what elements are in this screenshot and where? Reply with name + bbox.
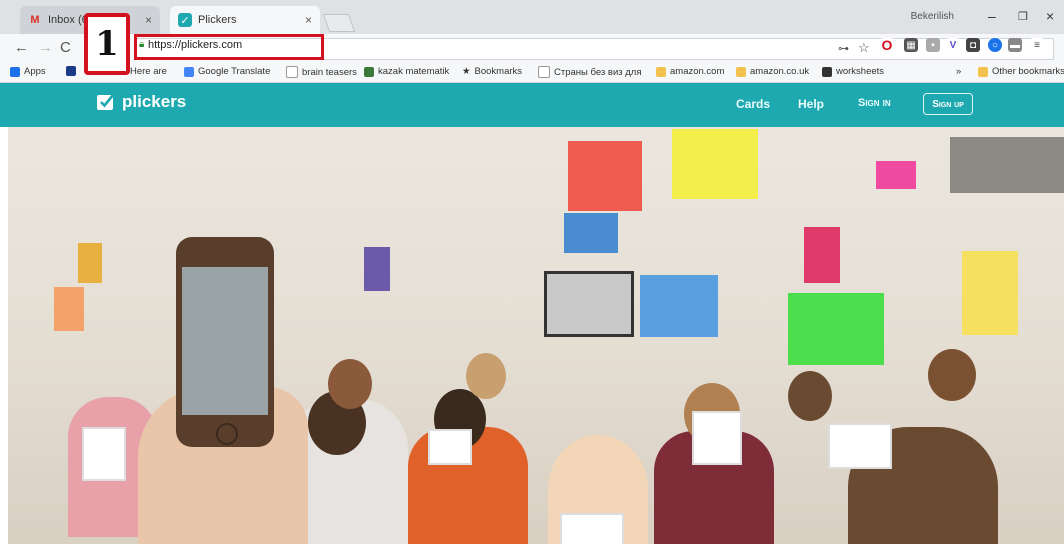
wall-poster	[804, 227, 840, 283]
bookmark-amazon-com[interactable]: amazon.com	[656, 66, 724, 77]
bookmark-google-translate[interactable]: Google Translate	[184, 66, 270, 77]
gmail-icon: M	[30, 14, 40, 26]
apps-grid-icon	[10, 66, 20, 77]
plicker-card	[828, 423, 892, 469]
bookmark-amazon-co-uk[interactable]: amazon.co.uk	[736, 66, 809, 77]
tab-label: Plickers	[198, 14, 237, 26]
plickers-favicon: ✓	[178, 13, 192, 27]
bookmark-worksheets[interactable]: worksheets	[822, 66, 884, 77]
close-window-icon[interactable]: ×	[1046, 8, 1054, 24]
wall-photo	[950, 137, 1064, 193]
vimeo-icon[interactable]: V	[946, 38, 960, 52]
url-highlight-box	[134, 34, 324, 60]
bookmarks-bar: Apps Here are Google Translate brain tea…	[0, 64, 1064, 83]
wall-poster	[788, 293, 884, 365]
wall-poster	[962, 251, 1018, 335]
star-icon[interactable]: ☆	[858, 40, 870, 56]
student-head	[788, 371, 832, 421]
menu-icon[interactable]: ≡	[1030, 38, 1044, 52]
page-icon	[538, 66, 550, 78]
close-icon[interactable]: ×	[305, 13, 312, 27]
step-number-marker: 1	[84, 13, 130, 75]
forward-arrow-icon[interactable]: →	[38, 39, 53, 56]
wall-poster	[640, 275, 718, 337]
restore-icon[interactable]: ❐	[1018, 10, 1028, 23]
student-head	[466, 353, 506, 399]
key-icon[interactable]: ⊶	[838, 42, 849, 55]
wall-poster	[564, 213, 618, 253]
folder-icon	[736, 66, 746, 77]
bookmark-bookmarks[interactable]: ★ Bookmarks	[462, 66, 522, 77]
nav-sign-in[interactable]: Sign in	[858, 97, 891, 109]
page-icon	[286, 66, 298, 78]
plicker-card	[428, 429, 472, 465]
brand-name: plickers	[122, 92, 187, 111]
bookmark-kazak-matematik[interactable]: kazak matematik	[364, 66, 449, 77]
bookmark-other[interactable]: Other bookmarks	[978, 66, 1064, 77]
nav-help[interactable]: Help	[798, 97, 824, 111]
bookmark-brain-teasers[interactable]: brain teasers	[286, 66, 357, 78]
plickers-logo-icon	[97, 94, 115, 110]
plickers-logo[interactable]: plickers	[96, 92, 186, 112]
close-icon[interactable]: ×	[145, 13, 152, 27]
plicker-card	[692, 411, 742, 465]
wall-chart	[544, 271, 634, 337]
wall-poster	[876, 161, 916, 189]
new-tab-button[interactable]	[322, 14, 356, 32]
page-icon	[822, 66, 832, 77]
phone-screen	[182, 267, 268, 415]
extension-icon[interactable]: ▪	[926, 38, 940, 52]
hero-classroom-photo	[8, 127, 1064, 544]
sign-up-button[interactable]: Sign up	[923, 93, 973, 115]
bookmarks-overflow[interactable]: »	[956, 66, 961, 77]
opera-icon[interactable]: O	[880, 37, 894, 53]
bookmark-here-are[interactable]: Here are	[130, 66, 167, 77]
wall-poster	[78, 243, 102, 283]
wall-poster	[568, 141, 642, 211]
student-head	[328, 359, 372, 409]
bookmark-icon	[66, 66, 76, 76]
bookmark-apps[interactable]: Apps	[10, 66, 46, 77]
reload-icon[interactable]: C	[60, 39, 71, 56]
page-icon	[364, 66, 374, 77]
folder-icon	[656, 66, 666, 77]
folder-icon	[978, 66, 988, 77]
tab-strip: M Inbox (6) × ✓ Plickers × Bekerilish – …	[0, 0, 1064, 34]
wall-poster	[364, 247, 390, 291]
phone-home-button	[216, 423, 238, 445]
star-icon: ★	[462, 66, 471, 77]
back-arrow-icon[interactable]: ←	[14, 39, 29, 56]
bookmark-strany[interactable]: Страны без виз для	[538, 66, 641, 78]
wall-poster	[672, 129, 758, 199]
wall-poster	[54, 287, 84, 331]
site-header: plickers Cards Help Sign in Sign up	[0, 83, 1064, 127]
extension-icon[interactable]: ▦	[904, 38, 918, 52]
nav-cards[interactable]: Cards	[736, 97, 770, 111]
student-head	[928, 349, 976, 401]
profile-name[interactable]: Bekerilish	[911, 11, 954, 22]
minimize-icon[interactable]: –	[988, 8, 996, 24]
extension-icon[interactable]: ○	[988, 38, 1002, 52]
bookmark-item[interactable]	[66, 66, 80, 76]
translate-icon	[184, 66, 194, 77]
plicker-card	[82, 427, 126, 481]
tab-plickers[interactable]: ✓ Plickers ×	[170, 6, 320, 34]
extension-icon[interactable]: ▬	[1008, 38, 1022, 52]
plicker-card	[560, 513, 624, 544]
extension-icon[interactable]: ◘	[966, 38, 980, 52]
